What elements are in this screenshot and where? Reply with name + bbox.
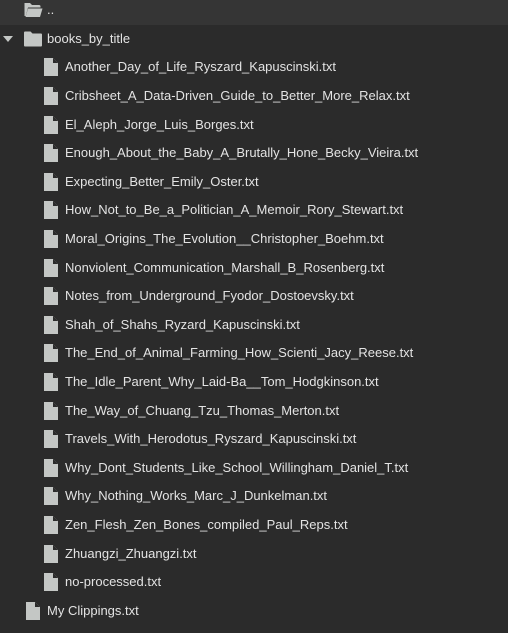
file-tree: .. books_by_title Another_Day_of_Life_Ry…: [0, 0, 508, 625]
file-row[interactable]: Zen_Flesh_Zen_Bones_compiled_Paul_Reps.t…: [0, 511, 508, 540]
folder-file-list: Another_Day_of_Life_Ryszard_Kapuscinski.…: [0, 53, 508, 596]
folder-open-icon: [23, 0, 43, 20]
file-icon: [41, 258, 61, 278]
file-label: The_Way_of_Chuang_Tzu_Thomas_Merton.txt: [65, 402, 340, 418]
file-icon: [41, 372, 61, 392]
file-row[interactable]: Another_Day_of_Life_Ryszard_Kapuscinski.…: [0, 53, 508, 82]
file-icon: [41, 486, 61, 506]
file-icon: [41, 343, 61, 363]
file-label: El_Aleph_Jorge_Luis_Borges.txt: [65, 116, 254, 132]
file-icon: [41, 429, 61, 449]
folder-label: books_by_title: [47, 30, 131, 46]
file-row[interactable]: Enough_About_the_Baby_A_Brutally_Hone_Be…: [0, 139, 508, 168]
parent-directory-label: ..: [47, 2, 55, 18]
file-label: The_Idle_Parent_Why_Laid-Ba__Tom_Hodgkin…: [65, 374, 379, 390]
file-label: Zen_Flesh_Zen_Bones_compiled_Paul_Reps.t…: [65, 516, 348, 532]
file-label: Zhuangzi_Zhuangzi.txt: [65, 545, 197, 561]
file-icon: [41, 515, 61, 535]
file-label: The_End_of_Animal_Farming_How_Scienti_Ja…: [65, 345, 414, 361]
file-icon: [41, 57, 61, 77]
file-icon: [23, 601, 43, 621]
file-label: Enough_About_the_Baby_A_Brutally_Hone_Be…: [65, 145, 419, 161]
file-label: My Clippings.txt: [47, 602, 139, 618]
file-label: Cribsheet_A_Data-Driven_Guide_to_Better_…: [65, 88, 410, 104]
file-row[interactable]: Moral_Origins_The_Evolution__Christopher…: [0, 225, 508, 254]
file-row[interactable]: How_Not_to_Be_a_Politician_A_Memoir_Rory…: [0, 196, 508, 225]
chevron-down-icon[interactable]: [3, 34, 13, 44]
file-label: Why_Nothing_Works_Marc_J_Dunkelman.txt: [65, 488, 328, 504]
file-icon: [41, 172, 61, 192]
file-label: Moral_Origins_The_Evolution__Christopher…: [65, 231, 384, 247]
file-label: Travels_With_Herodotus_Ryszard_Kapuscins…: [65, 431, 357, 447]
file-row[interactable]: Why_Dont_Students_Like_School_Willingham…: [0, 454, 508, 483]
file-label: Another_Day_of_Life_Ryszard_Kapuscinski.…: [65, 59, 336, 75]
file-label: Shah_of_Shahs_Ryzard_Kapuscinski.txt: [65, 316, 300, 332]
file-label: no-processed.txt: [65, 574, 162, 590]
file-label: Expecting_Better_Emily_Oster.txt: [65, 173, 259, 189]
folder-row-books-by-title[interactable]: books_by_title: [0, 25, 508, 54]
file-label: Nonviolent_Communication_Marshall_B_Rose…: [65, 259, 385, 275]
file-row[interactable]: Expecting_Better_Emily_Oster.txt: [0, 168, 508, 197]
file-icon: [41, 315, 61, 335]
file-icon: [41, 401, 61, 421]
file-row-my-clippings[interactable]: My Clippings.txt: [0, 596, 508, 625]
file-icon: [41, 86, 61, 106]
file-icon: [41, 458, 61, 478]
file-label: How_Not_to_Be_a_Politician_A_Memoir_Rory…: [65, 202, 404, 218]
file-icon: [41, 572, 61, 592]
file-icon: [41, 200, 61, 220]
file-row[interactable]: The_Way_of_Chuang_Tzu_Thomas_Merton.txt: [0, 396, 508, 425]
file-icon: [41, 143, 61, 163]
file-row[interactable]: Nonviolent_Communication_Marshall_B_Rose…: [0, 253, 508, 282]
file-row[interactable]: Shah_of_Shahs_Ryzard_Kapuscinski.txt: [0, 311, 508, 340]
folder-icon: [23, 29, 43, 49]
file-label: Notes_from_Underground_Fyodor_Dostoevsky…: [65, 288, 354, 304]
file-row[interactable]: The_Idle_Parent_Why_Laid-Ba__Tom_Hodgkin…: [0, 368, 508, 397]
file-row[interactable]: Travels_With_Herodotus_Ryszard_Kapuscins…: [0, 425, 508, 454]
file-label: Why_Dont_Students_Like_School_Willingham…: [65, 459, 409, 475]
file-row[interactable]: The_End_of_Animal_Farming_How_Scienti_Ja…: [0, 339, 508, 368]
parent-directory-row[interactable]: ..: [0, 0, 508, 25]
file-icon: [41, 544, 61, 564]
file-icon: [41, 115, 61, 135]
file-row[interactable]: Zhuangzi_Zhuangzi.txt: [0, 539, 508, 568]
file-row[interactable]: no-processed.txt: [0, 568, 508, 597]
file-icon: [41, 229, 61, 249]
file-row[interactable]: Cribsheet_A_Data-Driven_Guide_to_Better_…: [0, 82, 508, 111]
file-row[interactable]: El_Aleph_Jorge_Luis_Borges.txt: [0, 110, 508, 139]
file-row[interactable]: Notes_from_Underground_Fyodor_Dostoevsky…: [0, 282, 508, 311]
file-icon: [41, 286, 61, 306]
file-row[interactable]: Why_Nothing_Works_Marc_J_Dunkelman.txt: [0, 482, 508, 511]
